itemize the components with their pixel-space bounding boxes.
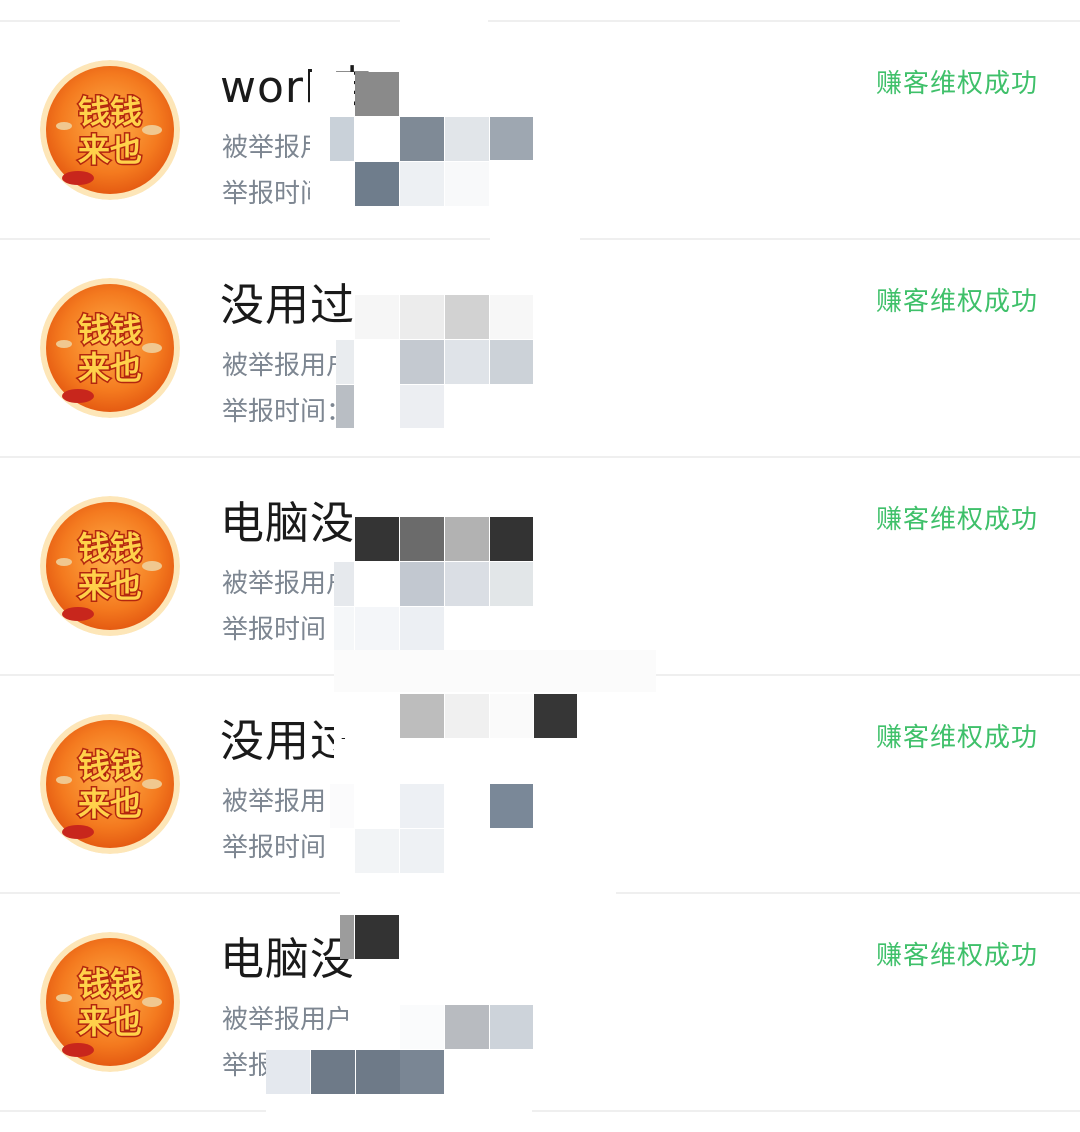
status-badge: 赚客维权成功 bbox=[875, 941, 1038, 971]
avatar-text-line-1: 钱钱 bbox=[78, 747, 142, 785]
report-title: 电脑没 bbox=[220, 934, 355, 985]
report-row[interactable]: 钱钱 来也 没用过 被举报用 举报时间 赚客维权成功 bbox=[0, 676, 1080, 894]
avatar: 钱钱 来也 bbox=[40, 932, 180, 1072]
report-row[interactable]: 钱钱 来也 work电 被举报用户 举报时间 赚客维权成功 bbox=[0, 22, 1080, 240]
avatar: 钱钱 来也 bbox=[40, 278, 180, 418]
report-title: 没用过 bbox=[220, 716, 355, 767]
avatar: 钱钱 来也 bbox=[40, 496, 180, 636]
avatar-text-line-1: 钱钱 bbox=[78, 93, 142, 131]
avatar: 钱钱 来也 bbox=[40, 60, 180, 200]
report-title: work电 bbox=[220, 62, 376, 113]
avatar-text-line-1: 钱钱 bbox=[78, 529, 142, 567]
reported-user-label: 被举报用户 bbox=[222, 133, 353, 163]
avatar: 钱钱 来也 bbox=[40, 714, 180, 854]
reported-user-label: 被举报用户 bbox=[222, 1005, 353, 1035]
avatar-text-line-2: 来也 bbox=[78, 131, 142, 169]
status-badge: 赚客维权成功 bbox=[875, 505, 1038, 535]
avatar-text-line-2: 来也 bbox=[78, 1003, 142, 1041]
report-row[interactable]: 钱钱 来也 电脑没 被举报用户 举报时间 赚客维权成功 bbox=[0, 458, 1080, 676]
reported-user-label: 被举报用户 bbox=[222, 569, 353, 599]
report-title: 没用过 bbox=[220, 280, 355, 331]
report-row[interactable]: 钱钱 来也 电脑没 被举报用户 举报 赚客维权成功 bbox=[0, 894, 1080, 1112]
avatar-text-line-2: 来也 bbox=[78, 349, 142, 387]
report-time-label: 举报时间： bbox=[222, 397, 353, 427]
reported-user-label: 被举报用 bbox=[222, 787, 327, 817]
report-time-label: 举报时间 bbox=[222, 615, 327, 645]
status-badge: 赚客维权成功 bbox=[875, 723, 1038, 753]
report-row[interactable]: 钱钱 来也 没用过 被举报用户 举报时间： 赚客维权成功 bbox=[0, 240, 1080, 458]
reported-user-label: 被举报用户 bbox=[222, 351, 353, 381]
report-list: 钱钱 来也 work电 被举报用户 举报时间 赚客维权成功 钱钱 来也 没用过 … bbox=[0, 22, 1080, 1112]
avatar-text-line-1: 钱钱 bbox=[78, 965, 142, 1003]
status-badge: 赚客维权成功 bbox=[875, 287, 1038, 317]
avatar-text-line-2: 来也 bbox=[78, 567, 142, 605]
avatar-text-line-1: 钱钱 bbox=[78, 311, 142, 349]
avatar-text-line-2: 来也 bbox=[78, 785, 142, 823]
report-time-label: 举报 bbox=[222, 1051, 275, 1081]
report-time-label: 举报时间 bbox=[222, 833, 327, 863]
report-time-label: 举报时间 bbox=[222, 179, 327, 209]
report-title: 电脑没 bbox=[220, 498, 355, 549]
status-badge: 赚客维权成功 bbox=[875, 69, 1038, 99]
